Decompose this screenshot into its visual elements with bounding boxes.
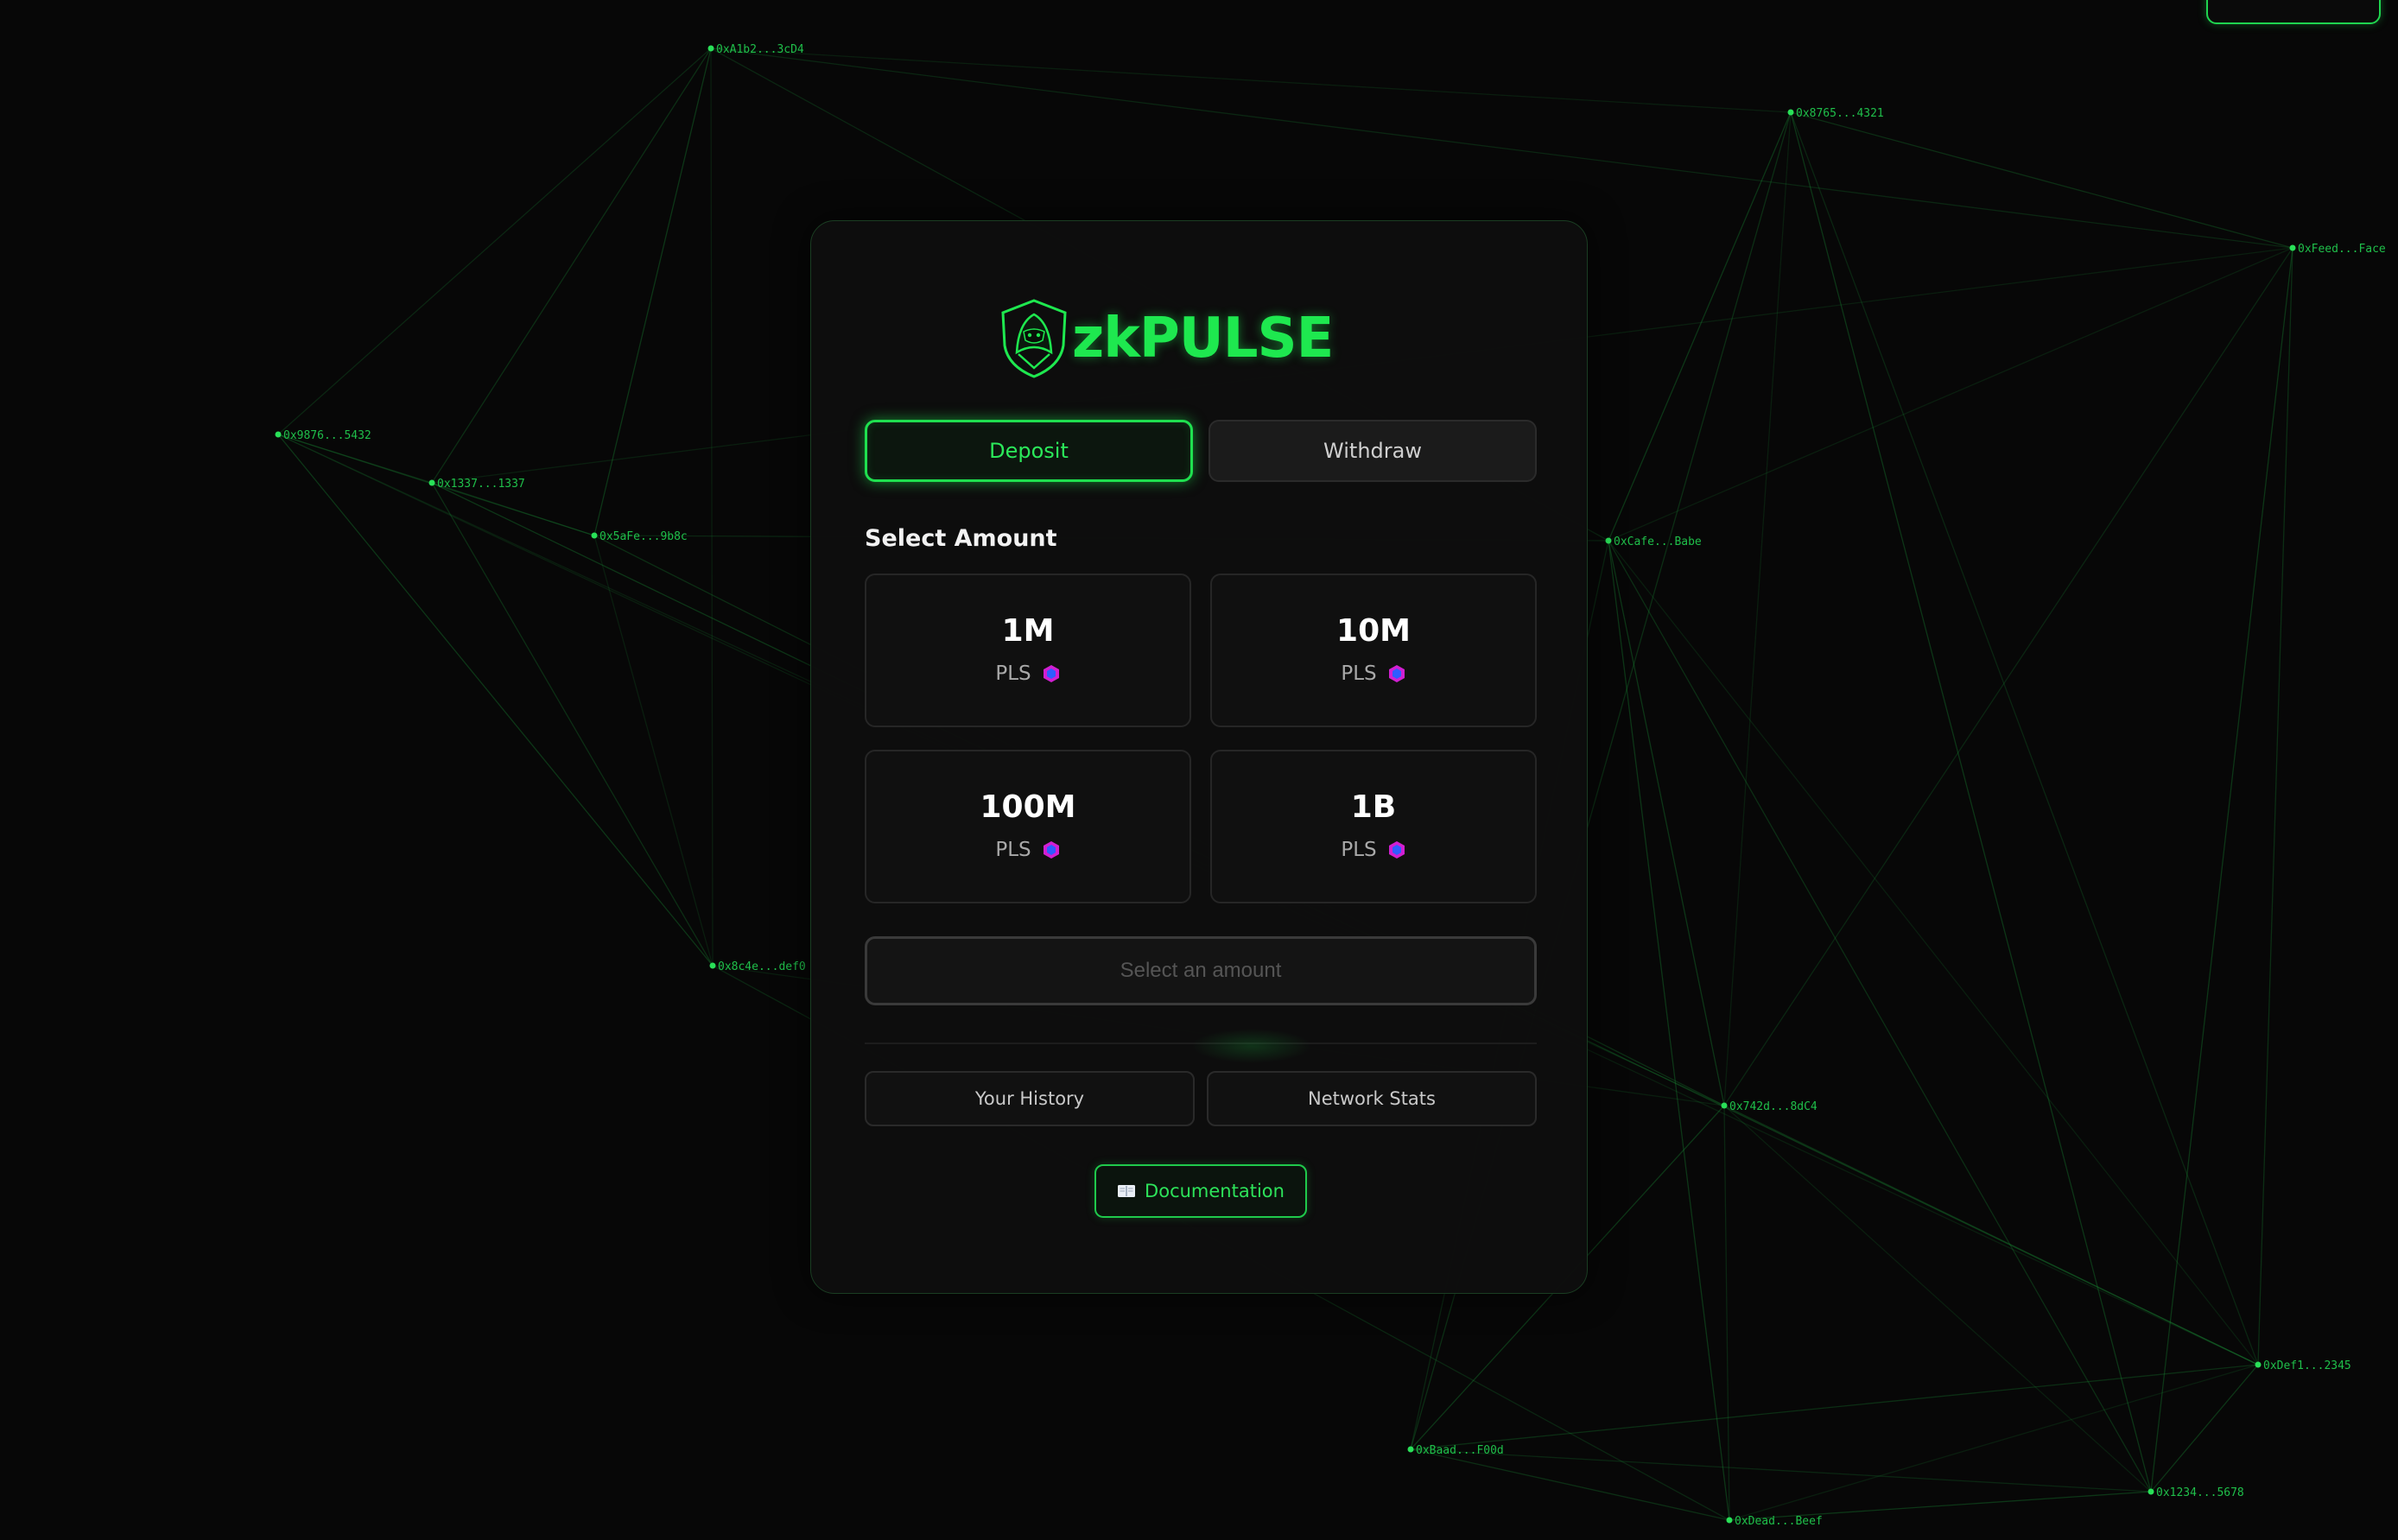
network-edge [1723, 247, 2293, 1106]
network-edge [2257, 247, 2293, 1366]
network-edge [710, 48, 2293, 249]
hooded-shield-icon [1001, 299, 1067, 378]
submit-deposit-button[interactable]: Select an amount [865, 936, 1537, 1005]
network-edge [277, 434, 714, 966]
book-icon [1118, 1185, 1136, 1197]
mixer-card: zkPULSE Deposit Withdraw Select Amount 1… [810, 220, 1588, 1294]
amount-option-100m[interactable]: 100M PLS [865, 750, 1191, 903]
amount-value: 1M [1001, 613, 1055, 649]
network-edge [1608, 540, 2152, 1492]
network-node-label: 0x1337...1337 [437, 478, 525, 491]
network-node-dot [2147, 1488, 2154, 1495]
select-amount-heading: Select Amount [865, 525, 1057, 552]
network-edge [431, 482, 714, 966]
amount-option-1m[interactable]: 1M PLS [865, 574, 1191, 727]
network-node-dot [707, 45, 714, 52]
network-edge [1608, 540, 2259, 1366]
your-history-button[interactable]: Your History [865, 1071, 1195, 1126]
network-edge [1410, 1448, 2152, 1492]
pulsechain-icon [1043, 841, 1059, 859]
network-node-label: 0x9876...5432 [283, 429, 371, 442]
network-node-dot [1787, 109, 1794, 116]
network-node-label: 0xDef1...2345 [2263, 1359, 2351, 1372]
network-node-dot [1726, 1517, 1733, 1524]
network-edge [431, 48, 712, 484]
amount-value: 10M [1336, 613, 1411, 649]
amount-value: 1B [1350, 789, 1397, 825]
network-edge [1790, 111, 2293, 249]
network-node-dot [1721, 1102, 1728, 1109]
network-edge [2150, 1364, 2259, 1492]
amount-unit: PLS [995, 839, 1060, 861]
amount-unit-label: PLS [1341, 839, 1377, 861]
amount-unit: PLS [1341, 662, 1405, 685]
network-edge [1723, 1105, 1730, 1521]
amount-option-1b[interactable]: 1B PLS [1210, 750, 1537, 903]
network-edge [431, 482, 595, 536]
divider-glow [1191, 1029, 1312, 1063]
network-node-label: 0xA1b2...3cD4 [716, 43, 804, 56]
amount-option-10m[interactable]: 10M PLS [1210, 574, 1537, 727]
network-node-label: 0x8c4e...def0 [718, 960, 806, 973]
network-node-dot [275, 431, 282, 438]
tab-withdraw[interactable]: Withdraw [1209, 420, 1537, 482]
network-node-label: 0x1234...5678 [2156, 1486, 2244, 1499]
brand-logo: zkPULSE [998, 295, 1334, 382]
network-edge [1608, 540, 1730, 1521]
network-node-dot [1407, 1446, 1414, 1453]
network-edge [1723, 1105, 2259, 1366]
network-edge [1410, 1364, 2259, 1450]
amount-unit-label: PLS [995, 662, 1031, 685]
amount-unit: PLS [1341, 839, 1405, 861]
network-node-dot [428, 479, 435, 486]
network-edge [1723, 1105, 2152, 1492]
network-edge [710, 48, 714, 966]
amount-unit-label: PLS [1341, 662, 1377, 685]
network-node-dot [2289, 244, 2296, 251]
network-edge [593, 535, 714, 966]
network-node-label: 0x5aFe...9b8c [600, 530, 688, 543]
network-edge [1790, 111, 2152, 1492]
network-edge [277, 48, 712, 435]
pulsechain-icon [1388, 841, 1405, 859]
network-node-dot [591, 532, 598, 539]
network-node-dot [2255, 1361, 2262, 1368]
network-node-label: 0x742d...8dC4 [1729, 1100, 1818, 1113]
amount-value: 100M [980, 789, 1076, 825]
amount-unit: PLS [995, 662, 1060, 685]
amount-unit-label: PLS [995, 839, 1031, 861]
documentation-button[interactable]: Documentation [1094, 1164, 1307, 1218]
network-node-label: 0xDead...Beef [1735, 1515, 1823, 1528]
brand-name: zkPULSE [1072, 307, 1334, 371]
network-edge [1410, 1448, 1730, 1521]
documentation-label: Documentation [1145, 1181, 1285, 1201]
network-edge [1723, 111, 1792, 1106]
network-node-label: 0xCafe...Babe [1614, 536, 1702, 548]
network-node-label: 0x8765...4321 [1796, 107, 1884, 120]
network-edge [1608, 111, 1792, 542]
network-node-label: 0xBaad...F00d [1416, 1444, 1504, 1457]
network-edge [1608, 540, 1725, 1106]
pulsechain-icon [1043, 665, 1059, 682]
network-edge [593, 48, 712, 536]
network-edge [1790, 111, 2259, 1366]
connect-wallet-button[interactable] [2206, 0, 2381, 24]
network-edge [710, 48, 1792, 113]
network-node-dot [1605, 537, 1612, 544]
pulsechain-icon [1388, 665, 1405, 682]
network-node-label: 0xFeed...Face [2298, 243, 2386, 256]
tab-deposit[interactable]: Deposit [865, 420, 1193, 482]
network-edge [2150, 247, 2293, 1492]
network-stats-button[interactable]: Network Stats [1207, 1071, 1537, 1126]
network-node-dot [709, 962, 716, 969]
